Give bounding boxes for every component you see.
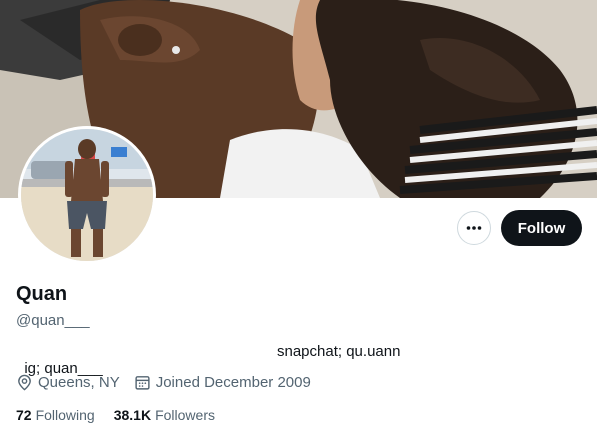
username-handle: @quan___ bbox=[16, 312, 90, 329]
follow-stats: 72 Following 38.1K Followers bbox=[16, 407, 234, 423]
location-pin-icon bbox=[18, 374, 31, 391]
joined-date: Joined December 2009 bbox=[155, 374, 311, 391]
display-name: Quan bbox=[16, 283, 68, 305]
profile-meta: Queens, NY Joined December 2009 bbox=[16, 374, 325, 391]
followers-label: Followers bbox=[155, 407, 215, 423]
following-label: Following bbox=[35, 407, 95, 423]
avatar-image bbox=[21, 129, 153, 261]
followers-count: 38.1K bbox=[113, 407, 152, 423]
following-count: 72 bbox=[16, 407, 32, 423]
follow-button[interactable]: Follow bbox=[501, 210, 582, 246]
more-options-button[interactable] bbox=[457, 211, 491, 245]
calendar-icon bbox=[135, 376, 150, 390]
followers-link[interactable]: 38.1K Followers bbox=[114, 407, 215, 423]
profile-avatar[interactable] bbox=[18, 126, 156, 264]
joined-item: Joined December 2009 bbox=[134, 374, 311, 391]
location-text: Queens, NY bbox=[38, 374, 120, 391]
bio-snapchat: snapchat; qu.uann bbox=[277, 343, 401, 360]
location-item: Queens, NY bbox=[16, 374, 120, 391]
more-options-icon bbox=[466, 226, 482, 230]
following-link[interactable]: 72 Following bbox=[16, 407, 95, 423]
